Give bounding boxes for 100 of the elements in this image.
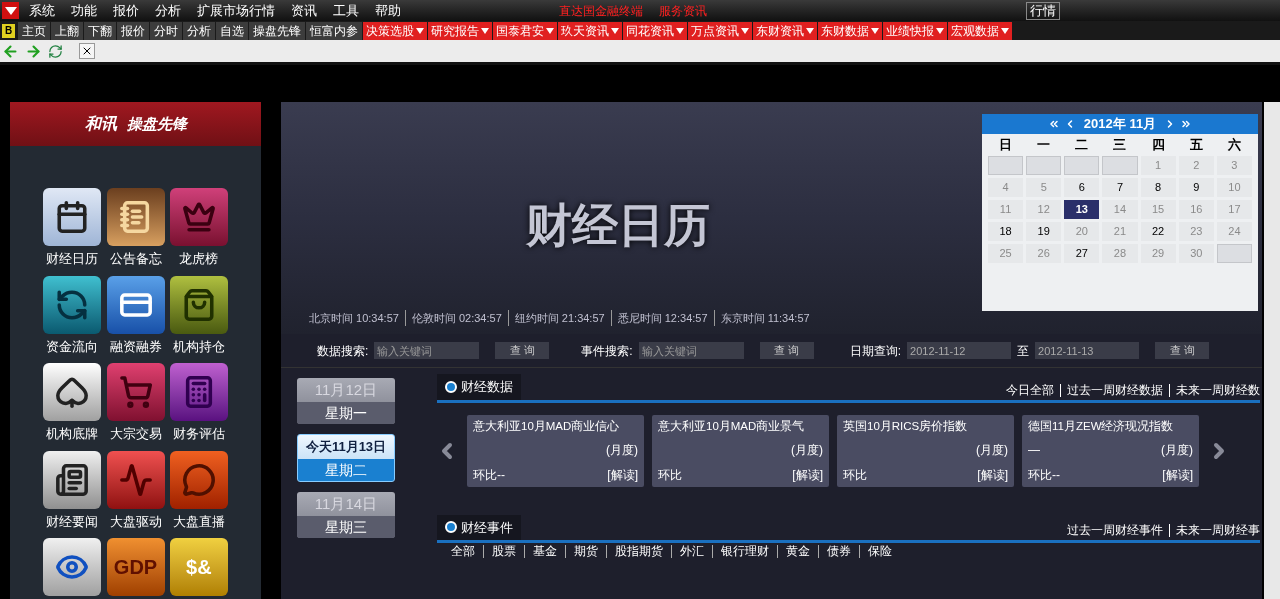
category-tab[interactable]: 股票 [483,545,516,558]
event-search-field[interactable]: 输入关键词 [638,342,744,359]
calendar-day[interactable]: 13 [1064,200,1100,219]
toolbar-button[interactable]: 分时 [150,21,183,40]
calendar-icon[interactable] [43,188,102,246]
indicator-card[interactable]: 意大利亚10月MAD商业景气 (月度) 环比 [解读] [652,414,829,487]
credit-card-icon[interactable] [106,275,165,334]
section-tab[interactable]: 财经数据 [437,374,521,400]
indicator-card[interactable]: 德国11月ZEW经济现况指数 — (月度) 环比-- [解读] [1022,414,1199,487]
toolbar-button[interactable]: 下翻 [84,21,117,40]
menu-item[interactable]: 扩展市场行情 [189,0,283,21]
next-year-icon[interactable] [1180,118,1193,130]
eye-icon[interactable] [43,538,102,596]
start-date-field[interactable]: 2012-11-12 [907,342,1012,359]
card-period: (月度) [976,442,1008,460]
category-tab[interactable]: 银行理财 [712,545,769,558]
date-tab[interactable]: 今天11月13日 星期二 [297,434,395,482]
toolbar-button[interactable]: 操盘先锋 [249,21,306,40]
calendar-day[interactable]: 7 [1102,178,1138,197]
category-tab[interactable]: 全部 [451,545,475,558]
menu-item[interactable]: 系统 [21,0,63,21]
event-search-button[interactable]: 查 询 [759,342,814,359]
data-search-button[interactable]: 查 询 [495,342,550,359]
data-search-field[interactable]: 输入关键词 [374,342,480,359]
cart-icon[interactable] [106,363,165,421]
section-link[interactable]: 过去一周财经数据 [1060,383,1163,397]
menu-item[interactable]: 帮助 [367,0,409,21]
top-link[interactable]: 直达国金融终端 [559,1,643,20]
indicator-card[interactable]: 意大利亚10月MAD商业信心 (月度) 环比-- [解读] [467,414,644,487]
dropdown-button[interactable]: 东财资讯 [753,21,818,40]
notebook-icon[interactable] [106,188,165,246]
previous-year-icon[interactable] [1047,118,1060,130]
card-change: 环比 [843,466,867,484]
empty-day-cell [1102,156,1138,175]
section-link[interactable]: 过去一周财经事件 [1067,524,1163,537]
category-tab[interactable]: 期货 [565,545,598,558]
dropdown-button[interactable]: 宏观数据 [948,21,1013,40]
toolbar-button[interactable]: 恒富内参 [306,21,363,40]
section-link[interactable]: 未来一周财经事 [1169,524,1260,537]
toolbar-button[interactable]: 分析 [183,21,216,40]
category-tab[interactable]: 保险 [859,545,892,558]
close-button[interactable] [79,43,95,59]
dropdown-button[interactable]: 决策选股 [363,21,428,40]
category-tab[interactable]: 债券 [818,545,851,558]
world-clock: 伦敦时间 02:34:57 [404,309,502,326]
app-label: 大盘驱动 [109,512,162,531]
dropdown-button[interactable]: 万点资讯 [688,21,753,40]
menu-item[interactable]: 资讯 [283,0,325,21]
back-icon[interactable] [2,42,19,60]
app-label: 财经日历 [46,250,99,268]
menu-item[interactable]: 功能 [63,0,105,21]
crown-icon[interactable] [169,188,228,246]
weekday-header: 四 [1150,136,1166,154]
menu-item[interactable]: 工具 [325,0,367,21]
card-title: 意大利亚10月MAD商业信心 [473,418,621,434]
calendar-day[interactable]: 18 [988,222,1024,241]
section-link[interactable]: 未来一周财经数 [1169,383,1260,397]
calendar-day[interactable]: 6 [1064,178,1100,197]
dropdown-button[interactable]: 研究报告 [428,21,493,40]
refresh-icon[interactable] [48,43,63,59]
category-tab[interactable]: 基金 [524,545,557,558]
menu-item[interactable]: 报价 [105,0,147,21]
category-tab[interactable]: 黄金 [777,545,810,558]
category-tab[interactable]: 外汇 [671,545,704,558]
dropdown-button[interactable]: 同花资讯 [623,21,688,40]
toolbar-button[interactable]: 上翻 [51,21,84,40]
date-tab[interactable]: 11月12日 星期一 [297,378,395,424]
calendar-day[interactable]: 19 [1026,222,1062,241]
calendar-day[interactable]: 27 [1064,244,1100,263]
card-read-link[interactable]: [解读] [792,465,823,484]
section-tab[interactable]: 财经事件 [437,514,521,540]
toolbar-button[interactable]: 报价 [117,21,150,40]
indicator-card[interactable]: 英国10月RICS房价指数 (月度) 环比 [解读] [837,414,1014,487]
section-link[interactable]: 今日全部 [1006,383,1054,397]
toolbar-badge: B [2,23,16,38]
dropdown-button[interactable]: 业绩快报 [883,21,948,40]
card-read-link[interactable]: [解读] [1162,465,1193,484]
speech-bubble-icon[interactable] [169,450,228,509]
menu-item[interactable]: 分析 [147,0,189,21]
dropdown-button[interactable]: 国泰君安 [493,21,558,40]
calendar-day[interactable]: 9 [1178,178,1214,197]
card-read-link[interactable]: [解读] [607,465,638,484]
newspaper-icon[interactable] [43,450,102,509]
top-link[interactable]: 服务资讯 [659,1,707,20]
dropdown-button[interactable]: 玖天资讯 [558,21,623,40]
calendar-day[interactable]: 8 [1140,178,1176,197]
card-read-link[interactable]: [解读] [977,465,1008,484]
dropdown-button[interactable]: 东财数据 [818,21,883,40]
calendar-day[interactable]: 22 [1140,222,1176,241]
card-change: 环比 [658,466,682,484]
category-tab[interactable]: 股指期货 [606,545,663,558]
app-label: 财务评估 [172,425,225,443]
forward-icon[interactable] [25,42,42,60]
end-date-field[interactable]: 2012-11-13 [1035,342,1140,359]
date-tab[interactable]: 11月14日 星期三 [297,492,395,538]
market-button[interactable]: 行情 [1026,1,1060,20]
empty-day-cell [988,156,1024,175]
toolbar-button[interactable]: 自选 [216,21,249,40]
toolbar-button[interactable]: 主页 [18,21,51,40]
date-search-button[interactable]: 查 询 [1155,342,1210,359]
